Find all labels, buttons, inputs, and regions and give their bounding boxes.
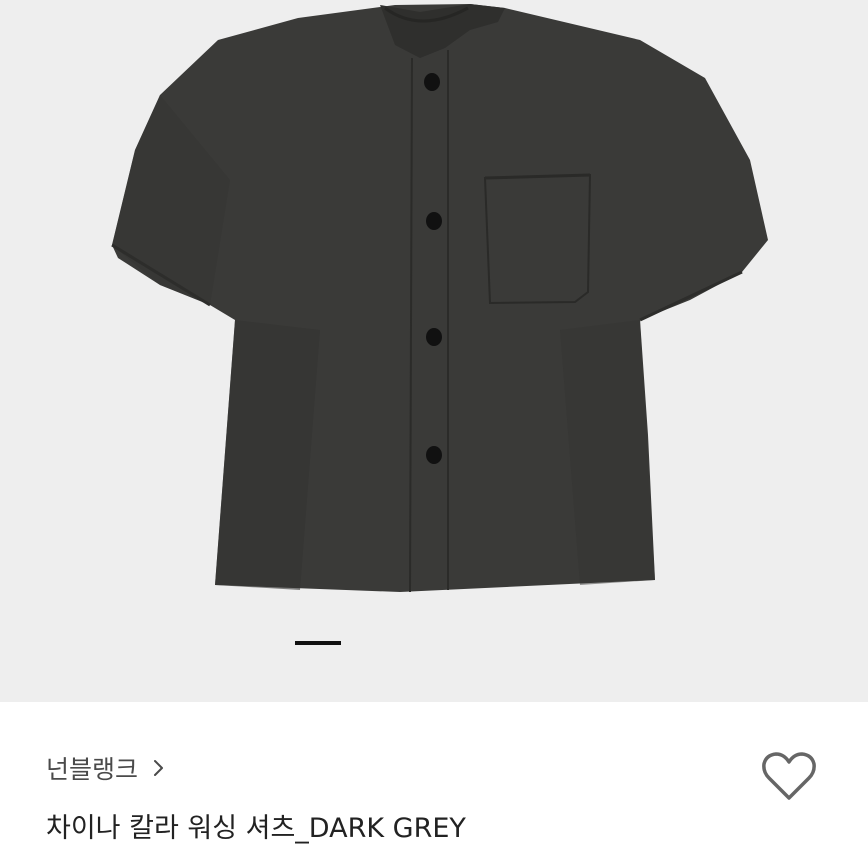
product-info: 넌블랭크 차이나 칼라 워싱 셔츠_DARK GREY bbox=[0, 702, 868, 868]
product-photo-dark-grey-shirt bbox=[111, 4, 768, 593]
product-image-carousel[interactable] bbox=[0, 0, 868, 702]
heart-outline-icon[interactable] bbox=[760, 750, 818, 804]
carousel-active-indicator bbox=[295, 641, 341, 645]
chevron-right-icon bbox=[154, 760, 164, 776]
shirt-button bbox=[426, 328, 442, 346]
product-title: 차이나 칼라 워싱 셔츠_DARK GREY bbox=[46, 813, 466, 844]
shirt-button bbox=[426, 446, 442, 464]
brand-name: 넌블랭크 bbox=[46, 755, 139, 784]
shirt-button bbox=[426, 212, 442, 230]
shirt-button bbox=[424, 73, 440, 91]
brand-link[interactable]: 넌블랭크 bbox=[46, 750, 168, 786]
